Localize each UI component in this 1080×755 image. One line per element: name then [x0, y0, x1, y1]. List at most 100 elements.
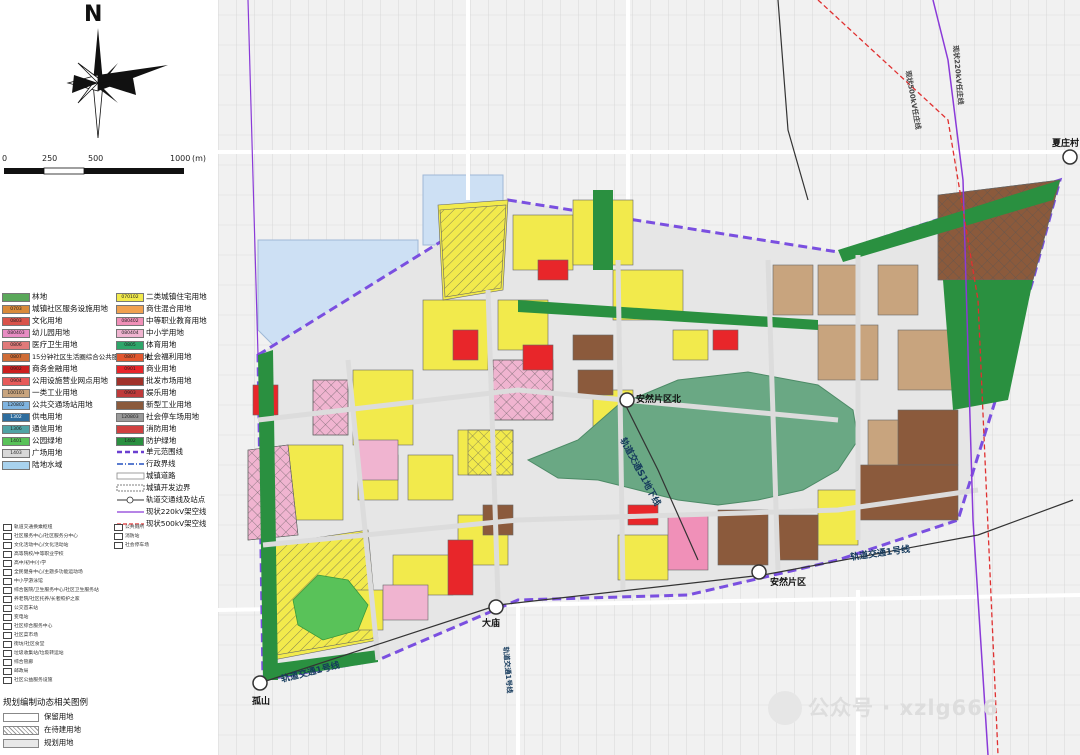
facility-icon	[3, 533, 12, 540]
facility-icon	[3, 551, 12, 558]
legend-line-label: 现状220kV架空线	[146, 507, 207, 516]
legend-label: 一类工业用地	[32, 388, 78, 397]
legend-label: 幼儿园用地	[32, 328, 70, 337]
facility-label: 文化活动中心/文化活动站	[14, 543, 69, 548]
facility-label: 综合管廊	[14, 660, 34, 665]
facility-icon	[114, 533, 123, 540]
planning-swatch-plan	[3, 739, 39, 748]
land-use-map	[218, 0, 1080, 755]
legend-line-label: 单元范围线	[146, 447, 183, 456]
watermark-logo-icon	[768, 691, 802, 725]
facility-label: 公共厕所	[125, 525, 145, 530]
legend-swatch: 0901	[116, 365, 144, 374]
legend-label: 通信用地	[32, 424, 63, 433]
facility-label: 全民健身中心/主题多功能运动场	[14, 570, 83, 575]
legend-swatch: 0903	[116, 389, 144, 398]
legend-label: 医疗卫生用地	[32, 340, 78, 349]
legend-swatch	[2, 293, 30, 302]
facility-icon	[114, 542, 123, 549]
facility-label: 轨道交通换乘枢纽	[14, 525, 53, 530]
facility-label: 社区服务中心/社区服务分中心	[14, 534, 78, 539]
legend-label: 城镇社区服务设施用地	[32, 304, 108, 313]
facility-icon	[3, 668, 12, 675]
legend-swatch: 100101	[2, 389, 30, 398]
legend-swatch: 0803	[2, 317, 30, 326]
legend-label: 防护绿地	[146, 436, 177, 445]
legend-label: 娱乐用地	[146, 388, 177, 397]
legend-label: 社会福利用地	[146, 352, 192, 361]
facility-icon	[3, 632, 12, 639]
facility-label: 高中/初中/小学	[14, 561, 47, 566]
north-arrow-icon	[66, 28, 168, 138]
facility-icon	[114, 524, 123, 531]
planning-swatch-retain	[3, 713, 39, 722]
legend-label: 商住混合用地	[146, 304, 192, 313]
legend-swatch: 0807	[116, 353, 144, 362]
legend-line-symbols	[116, 450, 145, 525]
legend-label: 中小学用地	[146, 328, 184, 337]
facility-label: 综合医院/卫生服务中心/社区卫生服务站	[14, 588, 99, 593]
station-anran	[751, 564, 767, 580]
facility-label: 养老院/社区托养/长者照护之家	[14, 597, 80, 602]
facility-icon	[3, 641, 12, 648]
planning-swatch-construct	[3, 726, 39, 735]
planning-label: 保留用地	[44, 712, 74, 721]
station-xiazhuang	[1062, 149, 1078, 165]
legend-swatch: 080403	[2, 329, 30, 338]
legend-panel: N 0 250 500 1000 (m) 林地 0703 城镇社区服务设施用地	[0, 0, 218, 755]
legend-label: 公共交通场站用地	[32, 400, 93, 409]
facility-label: 邮政局	[14, 669, 29, 674]
scale-tick-500: 500	[88, 154, 104, 163]
legend-label: 林地	[32, 292, 48, 301]
facility-label: 社区菜市场	[14, 633, 38, 638]
legend-swatch: 0806	[2, 341, 30, 350]
legend-swatch: 1402	[116, 437, 144, 446]
facility-label: 中小学游泳馆	[14, 579, 43, 584]
legend-swatch: 1403	[2, 449, 30, 458]
facility-icon	[3, 542, 12, 549]
facility-icon	[3, 578, 12, 585]
facility-icon	[3, 677, 12, 684]
legend-label: 批发市场用地	[146, 376, 192, 385]
watermark: 公众号 · xzlg666	[808, 696, 999, 720]
facility-label: 社会停车场	[125, 543, 149, 548]
legend-swatch: 0703	[2, 305, 30, 314]
facility-label: 消防站	[125, 534, 140, 539]
legend-label: 公用设施营业网点用地	[32, 376, 108, 385]
station-label-anran: 安然片区	[770, 578, 807, 588]
north-label: N	[84, 2, 103, 27]
legend-swatch: 0904	[2, 377, 30, 386]
legend-swatch: 120802	[2, 401, 30, 410]
station-label-xiazhuang: 夏庄村	[1052, 139, 1080, 149]
scale-bar-graphic	[4, 167, 184, 175]
legend-label: 社会停车场用地	[146, 412, 200, 421]
scale-tick-0: 0	[2, 154, 8, 163]
planning-legend-title: 规划编制动态相关图例	[3, 698, 89, 708]
legend-swatch	[2, 461, 30, 470]
map-panel: 夏庄村 安然片区北 安然片区 大庙 孤山 轨道交通1号线 轨道交通S1地下线 轨…	[218, 0, 1080, 755]
legend-label: 供电用地	[32, 412, 63, 421]
legend-swatch: 1306	[2, 425, 30, 434]
legend-label: 商务金融用地	[32, 364, 78, 373]
legend-swatch: 080402	[116, 317, 144, 326]
legend-line-label: 行政界线	[146, 459, 176, 468]
facility-icon	[3, 587, 12, 594]
legend-label: 中等职业教育用地	[146, 316, 207, 325]
legend-swatch: 080404	[116, 329, 144, 338]
legend-label: 体育用地	[146, 340, 177, 349]
legend-line-label: 城镇道路	[146, 471, 176, 480]
legend-line-label: 轨道交通线及站点	[146, 495, 206, 504]
legend-swatch: 070102	[116, 293, 144, 302]
scale-tick-1000: 1000	[170, 154, 191, 163]
legend-label: 文化用地	[32, 316, 63, 325]
facility-icon	[3, 659, 12, 666]
planning-label: 在待建用地	[44, 725, 81, 734]
facility-label: 公交首末站	[14, 606, 38, 611]
station-anran-north	[619, 392, 635, 408]
legend-swatch: 0807	[2, 353, 30, 362]
facility-label: 垃圾收集站/垃圾转运站	[14, 651, 64, 656]
legend-label: 商业用地	[146, 364, 177, 373]
station-label-gushan: 孤山	[252, 697, 271, 707]
legend-label: 陆地水域	[32, 460, 63, 469]
facility-icon	[3, 524, 12, 531]
